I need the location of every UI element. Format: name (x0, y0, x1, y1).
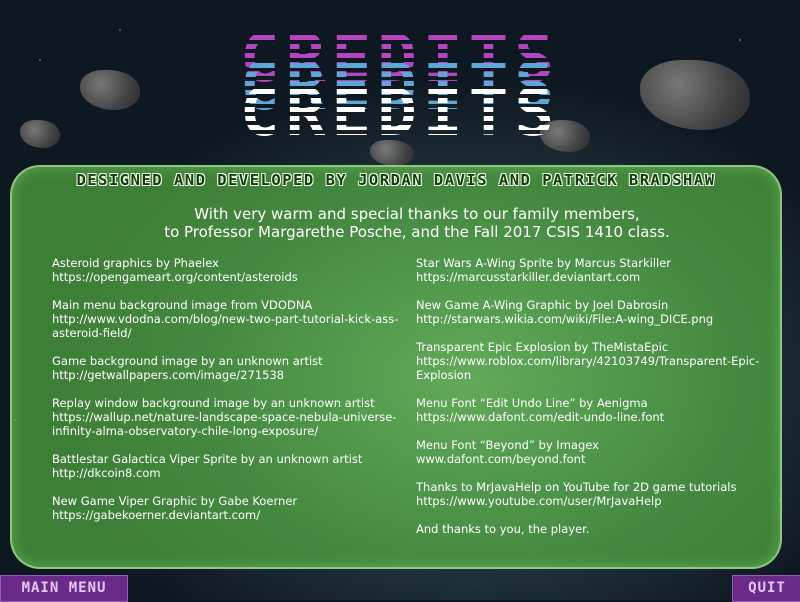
credit-title: New Game Viper Graphic by Gabe Koerner (52, 494, 298, 508)
credit-title: Asteroid graphics by Phaelex (52, 256, 219, 270)
quit-button[interactable]: QUIT (732, 575, 800, 602)
credit-link: https://www.youtube.com/user/MrJavaHelp (416, 494, 662, 508)
main-menu-button[interactable]: MAIN MENU (0, 575, 128, 602)
credit-entry: Menu Font “Beyond” by Imagex www.dafont.c… (416, 438, 776, 466)
asteroid (640, 60, 750, 130)
page-title: CREDITS CREDITS CREDITS (226, 22, 574, 146)
credit-title: Game background image by an unknown arti… (52, 354, 323, 368)
credit-title: And thanks to you, the player. (416, 522, 590, 536)
credits-right-column: Star Wars A-Wing Sprite by Marcus Starki… (416, 256, 776, 550)
credit-link: https://www.roblox.com/library/42103749/… (416, 354, 760, 382)
credit-entry: Game background image by an unknown arti… (52, 354, 402, 382)
credit-title: Main menu background image from VDODNA (52, 298, 313, 312)
credit-title: Transparent Epic Explosion by TheMistaEp… (416, 340, 669, 354)
credit-entry: Thanks to MrJavaHelp on YouTube for 2D g… (416, 480, 776, 508)
credit-title: Star Wars A-Wing Sprite by Marcus Starki… (416, 256, 672, 270)
credit-link: www.dafont.com/beyond.font (416, 452, 586, 466)
credit-link: https://marcusstarkiller.deviantart.com (416, 270, 641, 284)
credit-title: Menu Font “Beyond” by Imagex (416, 438, 599, 452)
credit-title: Thanks to MrJavaHelp on YouTube for 2D g… (416, 480, 737, 494)
special-thanks-line: to Professor Margarethe Posche, and the … (164, 223, 670, 241)
credit-entry: And thanks to you, the player. (416, 522, 776, 536)
credit-link: http://getwallpapers.com/image/271538 (52, 368, 285, 382)
credit-entry: Star Wars A-Wing Sprite by Marcus Starki… (416, 256, 776, 284)
credit-title: Battlestar Galactica Viper Sprite by an … (52, 452, 363, 466)
credit-title: Replay window background image by an unk… (52, 396, 375, 410)
credit-link: https://gabekoerner.deviantart.com/ (52, 508, 261, 522)
credit-title: Menu Font “Edit Undo Line” by Aenigma (416, 396, 648, 410)
credit-link: https://opengameart.org/content/asteroid… (52, 270, 298, 284)
asteroid (80, 70, 140, 110)
credit-entry: Menu Font “Edit Undo Line” by Aenigma htt… (416, 396, 776, 424)
credit-link: http://dkcoin8.com (52, 466, 161, 480)
credit-entry: Transparent Epic Explosion by TheMistaEp… (416, 340, 776, 382)
credit-entry: Main menu background image from VDODNA ht… (52, 298, 402, 340)
title-text: CREDITS (226, 80, 574, 146)
credit-entry: Battlestar Galactica Viper Sprite by an … (52, 452, 402, 480)
credit-link: https://wallup.net/nature-landscape-spac… (52, 410, 397, 438)
credit-entry: New Game A-Wing Graphic by Joel Dabrosin… (416, 298, 776, 326)
credit-entry: Replay window background image by an unk… (52, 396, 402, 438)
credit-link: http://www.vdodna.com/blog/new-two-part-… (52, 312, 399, 340)
credit-link: https://www.dafont.com/edit-undo-line.fo… (416, 410, 665, 424)
special-thanks: With very warm and special thanks to our… (100, 205, 734, 241)
special-thanks-line: With very warm and special thanks to our… (194, 205, 640, 223)
credit-entry: Asteroid graphics by Phaelex https://open… (52, 256, 402, 284)
asteroid (20, 120, 60, 148)
credit-entry: New Game Viper Graphic by Gabe Koerner ht… (52, 494, 402, 522)
credit-title: New Game A-Wing Graphic by Joel Dabrosin (416, 298, 669, 312)
credit-link: http://starwars.wikia.com/wiki/File:A-wi… (416, 312, 714, 326)
developers-heading: DESIGNED AND DEVELOPED BY JORDAN DAVIS A… (76, 171, 716, 189)
credits-left-column: Asteroid graphics by Phaelex https://open… (52, 256, 402, 536)
